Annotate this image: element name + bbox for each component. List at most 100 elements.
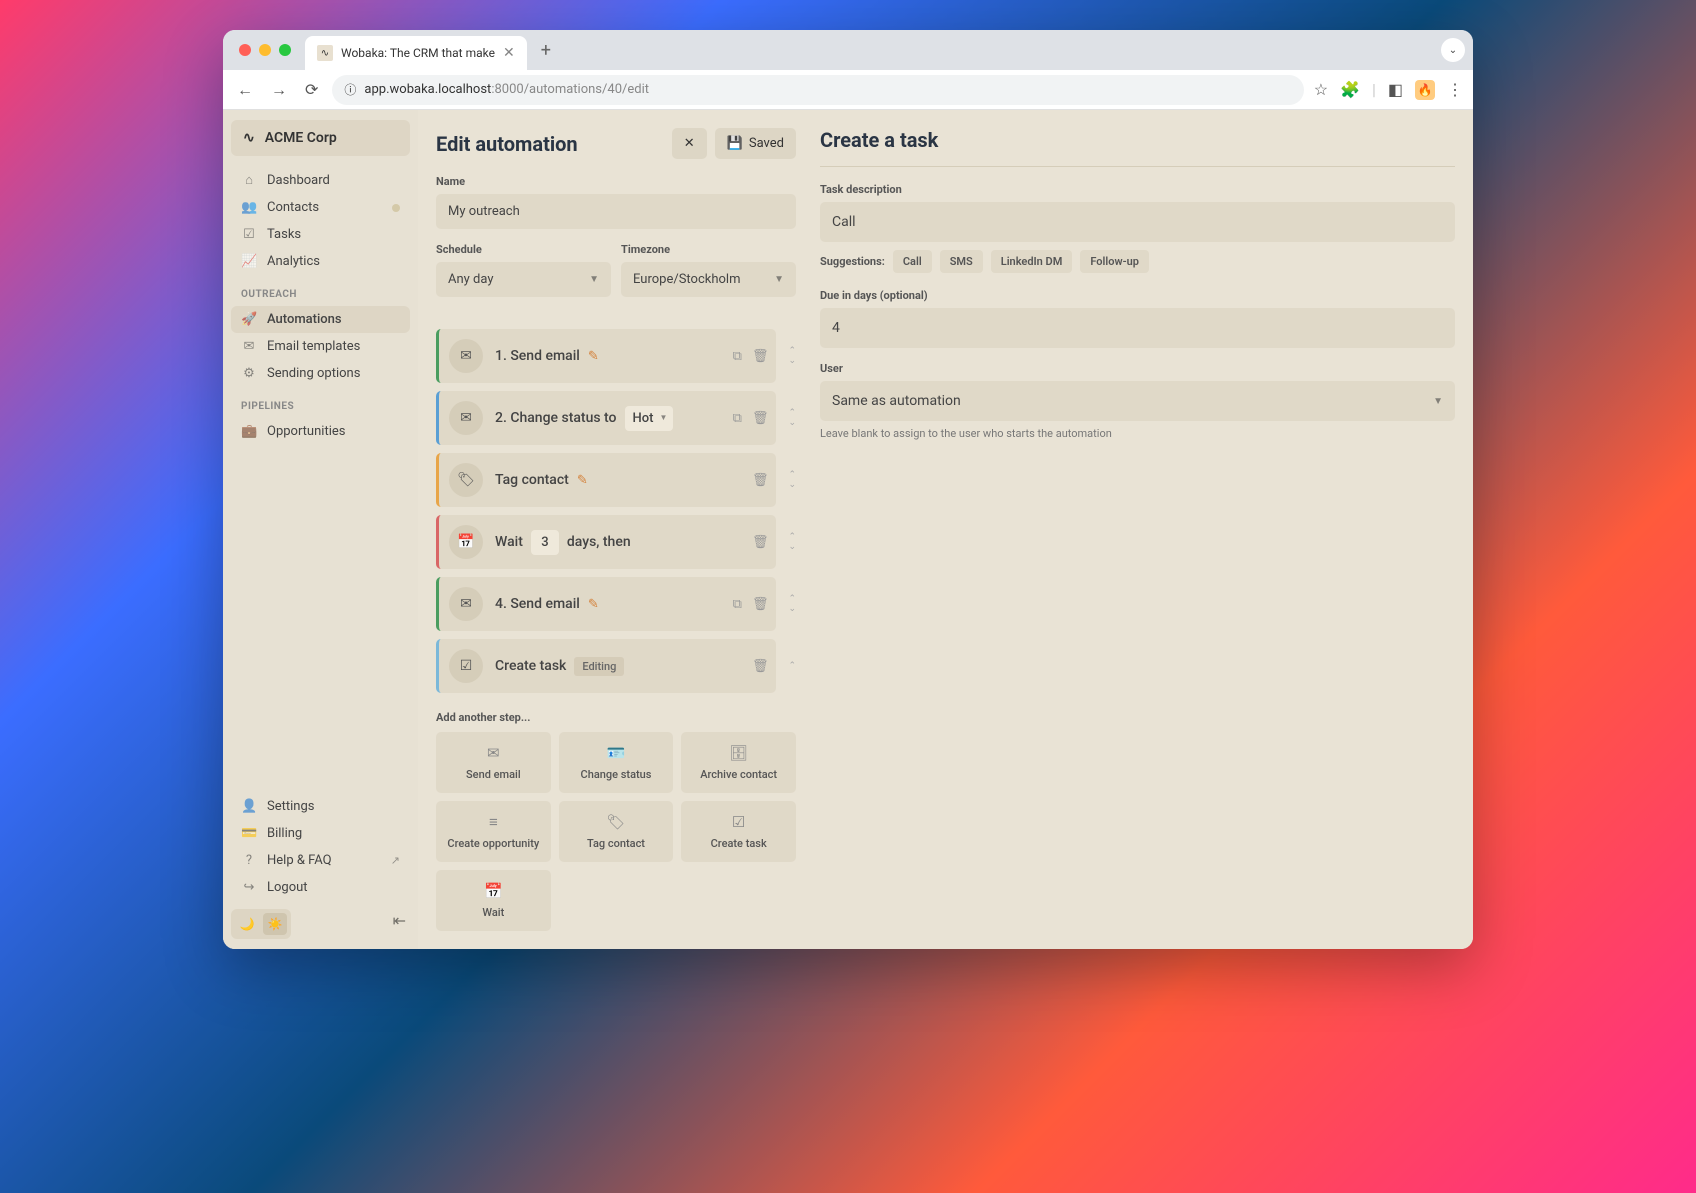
tile-icon: 📅 xyxy=(484,882,503,900)
tabs-dropdown-button[interactable]: ⌄ xyxy=(1441,38,1465,62)
move-up-icon[interactable]: ⌃ xyxy=(788,408,796,418)
duplicate-icon[interactable]: ⧉ xyxy=(733,597,742,612)
sidebar-collapse-button[interactable]: ⇤ xyxy=(393,911,410,930)
trash-icon[interactable]: 🗑 xyxy=(752,597,769,612)
save-button[interactable]: 💾 Saved xyxy=(715,128,796,159)
move-up-icon[interactable]: ⌃ xyxy=(788,470,796,480)
panel-icon[interactable]: ◧ xyxy=(1388,80,1403,99)
add-step-archive-contact[interactable]: 🗄 Archive contact xyxy=(681,732,796,793)
close-button[interactable]: ✕ xyxy=(672,128,707,159)
extensions-icon[interactable]: 🧩 xyxy=(1340,80,1360,99)
trash-icon[interactable]: 🗑 xyxy=(752,659,769,674)
suggestion-chip-sms[interactable]: SMS xyxy=(940,250,983,273)
browser-tab[interactable]: ∿ Wobaka: The CRM that make ✕ xyxy=(305,36,527,70)
edit-pencil-icon[interactable]: ✎ xyxy=(588,597,599,612)
wait-days-input[interactable]: 3 xyxy=(531,530,559,555)
sidebar-item-billing[interactable]: 💳Billing xyxy=(231,820,410,847)
trash-icon[interactable]: 🗑 xyxy=(752,535,769,550)
trash-icon[interactable]: 🗑 xyxy=(752,349,769,364)
sidebar-item-tasks[interactable]: ☑Tasks xyxy=(231,221,410,248)
move-up-icon[interactable]: ⌃ xyxy=(788,594,796,604)
menu-icon[interactable]: ⋮ xyxy=(1447,80,1463,99)
url-field[interactable]: ⓘ app.wobaka.localhost:8000/automations/… xyxy=(332,75,1303,105)
nav-icon: ? xyxy=(241,853,257,868)
suggestion-chip-follow-up[interactable]: Follow-up xyxy=(1080,250,1149,273)
timezone-select[interactable]: Europe/Stockholm▼ xyxy=(621,262,796,297)
sidebar-item-contacts[interactable]: 👥Contacts xyxy=(231,194,410,221)
user-select[interactable]: Same as automation▼ xyxy=(820,381,1455,421)
new-tab-button[interactable]: + xyxy=(533,36,559,65)
edit-pencil-icon[interactable]: ✎ xyxy=(588,349,599,364)
nav-icon: ⚙ xyxy=(241,366,257,381)
reload-button[interactable]: ⟳ xyxy=(301,76,322,103)
page-title: Edit automation xyxy=(436,132,578,156)
automation-step[interactable]: ✉ 4. Send email✎ ⧉🗑 xyxy=(436,577,776,631)
external-link-icon: ↗ xyxy=(391,854,400,867)
window-maximize-button[interactable] xyxy=(279,44,291,56)
due-input[interactable] xyxy=(820,308,1455,348)
add-step-tag-contact[interactable]: 🏷 Tag contact xyxy=(559,801,674,862)
name-input[interactable] xyxy=(436,194,796,229)
sidebar-item-analytics[interactable]: 📈Analytics xyxy=(231,248,410,275)
nav-badge xyxy=(392,204,400,212)
add-step-wait[interactable]: 📅 Wait xyxy=(436,870,551,931)
move-down-icon[interactable]: ⌄ xyxy=(788,418,796,428)
automation-step[interactable]: ✉ 1. Send email✎ ⧉🗑 xyxy=(436,329,776,383)
duplicate-icon[interactable]: ⧉ xyxy=(733,411,742,426)
move-down-icon[interactable]: ⌄ xyxy=(788,604,796,614)
sidebar-item-automations[interactable]: 🚀Automations xyxy=(231,306,410,333)
nav-label: Email templates xyxy=(267,339,360,354)
add-step-create-task[interactable]: ☑ Create task xyxy=(681,801,796,862)
sidebar-item-settings[interactable]: 👤Settings xyxy=(231,793,410,820)
automation-step[interactable]: 🏷 Tag contact✎ 🗑 xyxy=(436,453,776,507)
add-step-create-opportunity[interactable]: ≡ Create opportunity xyxy=(436,801,551,862)
sidebar-item-logout[interactable]: ↪Logout xyxy=(231,874,410,901)
suggestion-chip-call[interactable]: Call xyxy=(893,250,932,273)
step-icon: ✉ xyxy=(449,401,483,435)
duplicate-icon[interactable]: ⧉ xyxy=(733,349,742,364)
nav-icon: ☑ xyxy=(241,227,257,242)
add-step-change-status[interactable]: 🪪 Change status xyxy=(559,732,674,793)
sidebar-item-dashboard[interactable]: ⌂Dashboard xyxy=(231,166,410,194)
extension-button[interactable]: 🔥 xyxy=(1415,80,1435,100)
org-switcher[interactable]: ∿ ACME Corp xyxy=(231,120,410,156)
theme-dark-button[interactable]: 🌙 xyxy=(235,913,259,935)
url-text: app.wobaka.localhost:8000/automations/40… xyxy=(364,82,649,97)
move-down-icon[interactable]: ⌄ xyxy=(788,542,796,552)
suggestion-chip-linkedin-dm[interactable]: LinkedIn DM xyxy=(991,250,1073,273)
window-minimize-button[interactable] xyxy=(259,44,271,56)
move-up-icon[interactable]: ⌃ xyxy=(788,532,796,542)
window-close-button[interactable] xyxy=(239,44,251,56)
desc-input[interactable] xyxy=(820,202,1455,242)
bookmark-icon[interactable]: ☆ xyxy=(1314,80,1328,99)
back-button[interactable]: ← xyxy=(233,76,257,104)
url-actions: ☆ 🧩 | ◧ 🔥 ⋮ xyxy=(1314,80,1463,100)
move-down-icon[interactable]: ⌄ xyxy=(788,480,796,490)
theme-light-button[interactable]: ☀️ xyxy=(263,913,287,935)
schedule-select[interactable]: Any day▼ xyxy=(436,262,611,297)
move-down-icon[interactable]: ⌄ xyxy=(788,356,796,366)
move-up-icon[interactable]: ⌃ xyxy=(788,346,796,356)
forward-button[interactable]: → xyxy=(267,76,291,104)
add-step-send-email[interactable]: ✉ Send email xyxy=(436,732,551,793)
org-name: ACME Corp xyxy=(265,130,337,146)
site-info-icon[interactable]: ⓘ xyxy=(344,81,356,98)
trash-icon[interactable]: 🗑 xyxy=(752,411,769,426)
edit-automation-column: Edit automation ✕ 💾 Saved Name xyxy=(436,128,796,931)
status-select[interactable]: Hot xyxy=(625,406,674,431)
edit-pencil-icon[interactable]: ✎ xyxy=(577,473,588,488)
tab-close-button[interactable]: ✕ xyxy=(503,45,515,61)
trash-icon[interactable]: 🗑 xyxy=(752,473,769,488)
automation-step[interactable]: ☑ Create taskEditing 🗑 xyxy=(436,639,776,693)
tile-label: Create task xyxy=(711,837,767,850)
sidebar-item-sending-options[interactable]: ⚙Sending options xyxy=(231,360,410,387)
sidebar-item-help-&-faq[interactable]: ?Help & FAQ↗ xyxy=(231,847,410,874)
step-label: Wait 3 days, then xyxy=(495,530,631,555)
sidebar-item-email-templates[interactable]: ✉Email templates xyxy=(231,333,410,360)
step-label: 1. Send email✎ xyxy=(495,348,599,364)
automation-step[interactable]: 📅 Wait 3 days, then 🗑 xyxy=(436,515,776,569)
user-label: User xyxy=(820,362,1455,375)
sidebar-item-opportunities[interactable]: 💼Opportunities xyxy=(231,418,410,445)
automation-step[interactable]: ✉ 2. Change status toHot ⧉🗑 xyxy=(436,391,776,445)
move-up-icon[interactable]: ⌃ xyxy=(788,661,796,671)
